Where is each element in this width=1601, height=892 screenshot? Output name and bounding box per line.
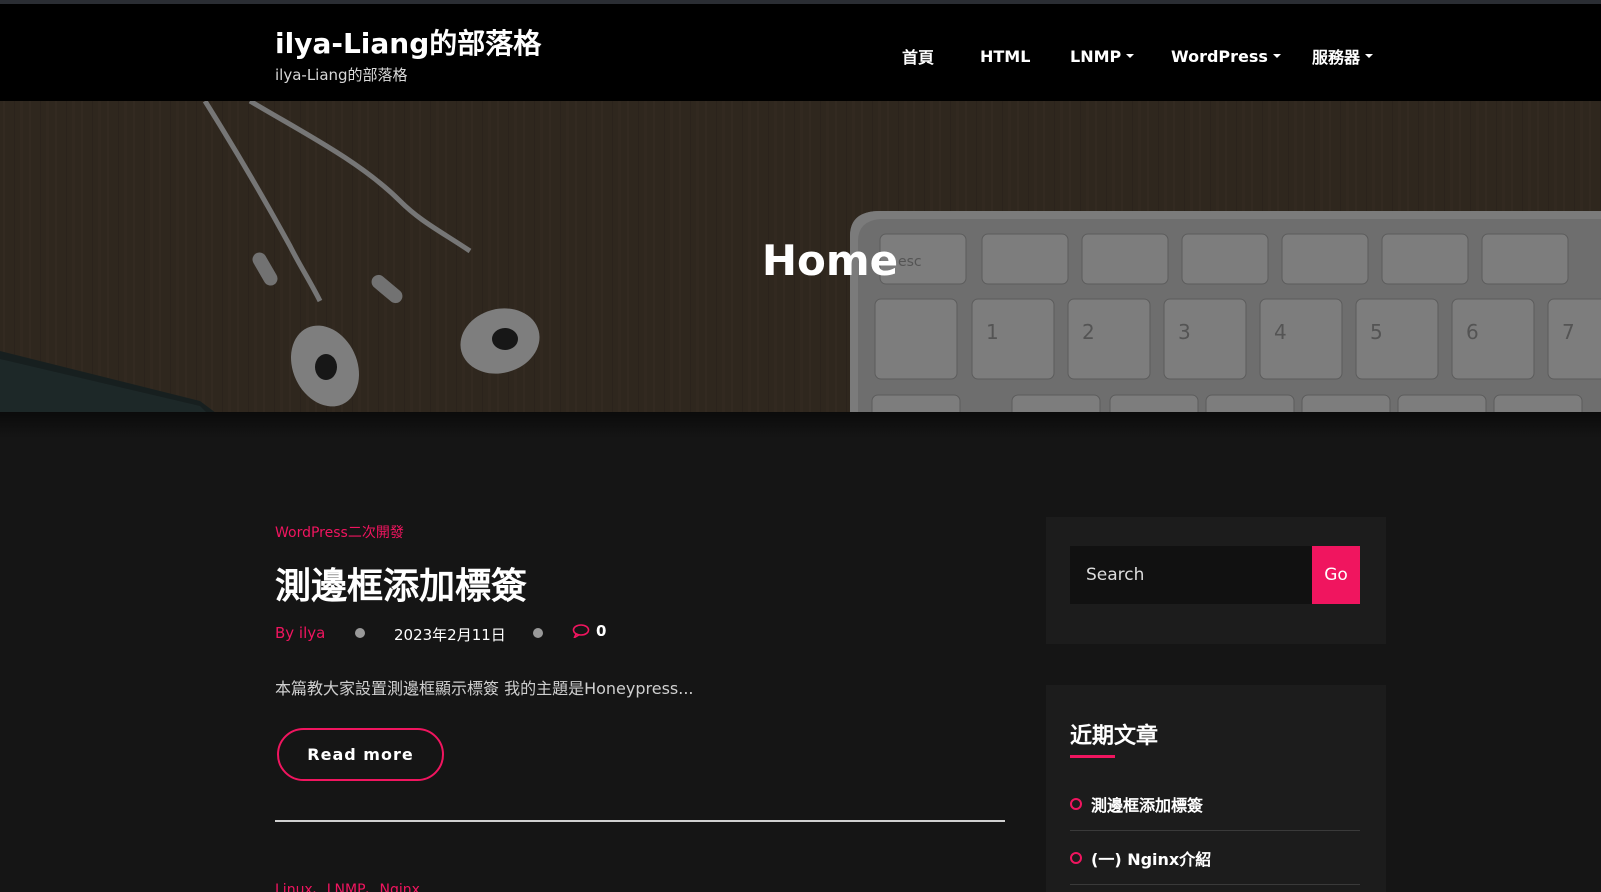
hero-shadow: [0, 412, 1601, 438]
nav-item-label: WordPress: [1171, 46, 1268, 66]
list-divider: [1070, 830, 1360, 831]
nav-item-server[interactable]: 服務器: [1312, 44, 1374, 68]
nav-item-label: 首頁: [902, 48, 935, 67]
hero-banner: 1 2 3 4 5 6 7 esc Home: [0, 101, 1601, 416]
caret-down-icon: [1126, 54, 1135, 58]
comment-count: 0: [596, 622, 607, 640]
recent-posts-heading: 近期文章: [1070, 724, 1159, 749]
caret-down-icon: [1365, 54, 1374, 58]
post-category-link[interactable]: WordPress二次開發: [275, 522, 404, 542]
next-post-category-link[interactable]: Linux、LNMP、Nginx: [275, 879, 420, 892]
recent-post-item[interactable]: (一) Nginx介紹: [1070, 838, 1360, 878]
heading-underline: [1070, 755, 1115, 758]
caret-down-icon: [1272, 54, 1281, 58]
nav-item-lnmp[interactable]: LNMP: [1070, 44, 1135, 68]
list-divider: [1070, 884, 1360, 885]
ring-bullet-icon: [1070, 852, 1082, 864]
post-date[interactable]: 2023年2月11日: [394, 624, 506, 645]
post-author-link[interactable]: By ilya: [275, 624, 325, 642]
post-divider: [275, 820, 1005, 822]
nav-item-label: 服務器: [1312, 48, 1361, 67]
meta-separator-dot: [533, 628, 543, 638]
nav-item-html[interactable]: HTML: [980, 44, 1030, 68]
site-title[interactable]: ilya-Liang的部落格: [275, 22, 541, 62]
read-more-button[interactable]: Read more: [277, 728, 444, 781]
nav-item-wordpress[interactable]: WordPress: [1171, 44, 1281, 68]
nav-item-home[interactable]: 首頁: [902, 44, 934, 68]
nav-item-label: LNMP: [1070, 46, 1122, 66]
post-excerpt: 本篇教大家設置測邊框顯示標簽 我的主題是Honeypress...: [275, 679, 694, 698]
recent-post-title: (一) Nginx介紹: [1091, 850, 1212, 869]
page-title: Home: [761, 236, 899, 285]
site-header: ilya-Liang的部落格 ilya-Liang的部落格 首頁 HTML LN…: [0, 4, 1601, 101]
comment-bubble-icon: [572, 624, 590, 638]
recent-post-item[interactable]: 測邊框添加標簽: [1070, 784, 1360, 824]
meta-separator-dot: [355, 628, 365, 638]
site-tagline: ilya-Liang的部落格: [275, 66, 408, 84]
nav-item-label: HTML: [980, 46, 1031, 66]
ring-bullet-icon: [1070, 798, 1082, 810]
post-comments-link[interactable]: 0: [572, 622, 606, 640]
search-go-button[interactable]: Go: [1312, 546, 1360, 604]
recent-post-title: 測邊框添加標簽: [1091, 796, 1204, 815]
post-title[interactable]: 測邊框添加標簽: [275, 557, 527, 609]
search-input[interactable]: [1070, 546, 1312, 604]
